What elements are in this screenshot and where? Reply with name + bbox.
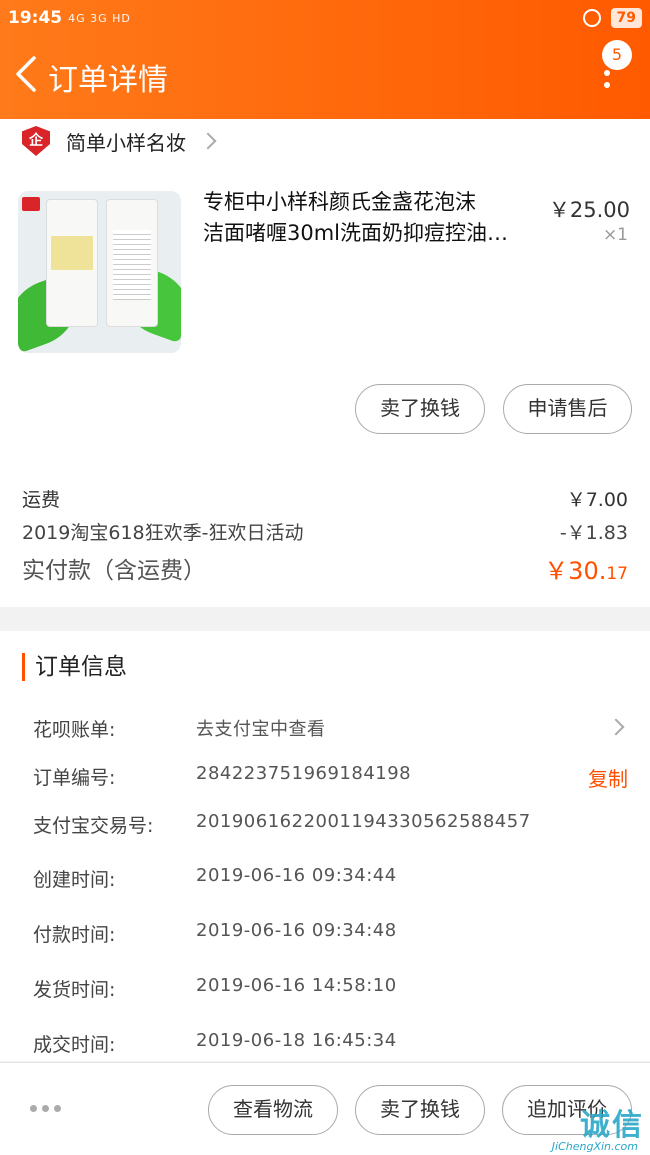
info-label: 成交时间: [33,1034,116,1056]
info-label: 支付宝交易号: [33,815,154,837]
after-sale-button[interactable]: 申请售后 [503,384,632,434]
sell-for-cash-button[interactable]: 卖了换钱 [355,384,485,434]
enterprise-badge-icon [22,197,40,211]
info-label: 创建时间: [33,869,116,891]
product-tube-front [46,199,98,327]
info-value: 去支付宝中查看 [196,719,326,740]
signal-icon: 4G 3G HD [68,11,131,25]
product-thumbnail[interactable] [18,191,181,353]
view-logistics-button[interactable]: 查看物流 [208,1085,338,1135]
order-info-section: 订单信息 花呗账单: 去支付宝中查看 订单编号: 284223751969184… [0,631,650,1061]
product-name-line2: 洁面啫喱30ml洗面奶抑痘控油… [203,221,509,245]
more-actions-icon[interactable] [30,1105,61,1112]
watermark-url: JiChengXin.com [551,1140,638,1153]
enterprise-shop-icon: 企 [22,126,50,156]
product-name[interactable]: 专柜中小样科颜氏金盏花泡沫 洁面啫喱30ml洗面奶抑痘控油… [203,187,541,249]
promotion-row: 2019淘宝618狂欢季-狂欢日活动 -￥1.83 [22,518,628,545]
total-decimal: 17 [606,564,628,584]
info-label: 花呗账单: [33,719,116,741]
tube-text-lines [113,230,151,300]
product-quantity: ×1 [602,225,628,245]
info-value: 2019061622001194330562588457 [196,811,531,832]
message-badge[interactable]: 5 [602,40,632,70]
more-menu-icon[interactable] [604,70,612,94]
shop-link[interactable]: 企 简单小样名妆 [22,125,217,157]
info-value: 2019-06-16 14:58:10 [196,975,397,996]
info-value: 2019-06-16 09:34:44 [196,865,397,886]
battery-icon: 79 [610,8,642,28]
header-bar: 19:45 4G 3G HD 79 订单详情 5 [0,0,650,119]
info-value: 2019-06-18 16:45:34 [196,1030,397,1051]
tube-label [51,236,93,270]
info-label: 发货时间: [33,979,116,1001]
shipping-fee-row: 运费 ￥7.00 [22,485,628,512]
paid-time-row: 付款时间: 2019-06-16 09:34:48 [33,920,628,947]
info-label: 付款时间: [33,924,116,946]
order-info-title: 订单信息 [22,653,127,681]
product-price: ￥25.00 [548,198,630,222]
promotion-label: 2019淘宝618狂欢季-狂欢日活动 [22,522,304,544]
rotation-lock-icon [582,9,601,27]
total-paid-row: 实付款（含运费） ￥30.17 [22,551,628,586]
created-time-row: 创建时间: 2019-06-16 09:34:44 [33,865,628,892]
completed-time-row: 成交时间: 2019-06-18 16:45:34 [33,1030,628,1057]
info-value: 2019-06-16 09:34:48 [196,920,397,941]
shop-name: 简单小样名妆 [66,130,186,155]
order-number-value: 284223751969184198 [196,763,412,784]
status-bar: 19:45 4G 3G HD 79 [8,6,642,30]
total-value: ￥30.17 [544,551,628,586]
watermark-text: 诚信 [580,1108,644,1143]
copy-button[interactable]: 复制 [588,763,628,792]
total-label: 实付款（含运费） [22,558,206,584]
shipped-time-row: 发货时间: 2019-06-16 14:58:10 [33,975,628,1002]
shipping-label: 运费 [22,489,61,511]
sell-for-cash-button[interactable]: 卖了换钱 [355,1085,485,1135]
info-label: 订单编号: [33,767,116,789]
watermark-logo: 诚信 JiChengXin.com [526,1100,644,1155]
product-tube-back [106,199,158,327]
alipay-trade-row: 支付宝交易号: 2019061622001194330562588457 [33,811,628,838]
order-number-row: 订单编号: 284223751969184198 复制 [33,763,628,792]
product-name-line1: 专柜中小样科颜氏金盏花泡沫 [203,190,476,214]
order-item-card: 企 简单小样名妆 专柜中小样科颜氏金盏花泡沫 洁面啫喱30ml洗面奶抑痘控油… … [0,119,650,607]
chevron-right-icon [199,132,217,150]
huabei-bill-row[interactable]: 花呗账单: 去支付宝中查看 [33,715,628,742]
shipping-value: ￥7.00 [566,489,628,511]
status-time: 19:45 [8,8,63,28]
chevron-right-icon [607,718,625,736]
page-title: 订单详情 [48,63,168,98]
promotion-value: -￥1.83 [559,522,628,544]
total-integer: ￥30. [544,557,607,585]
back-arrow-icon[interactable] [12,54,42,94]
